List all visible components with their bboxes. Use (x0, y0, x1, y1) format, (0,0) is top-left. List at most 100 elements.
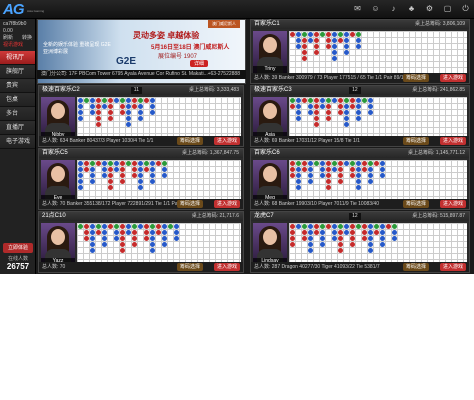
road-bead (307, 109, 313, 115)
power-icon[interactable]: ⏻ (461, 4, 470, 13)
enter-game-button[interactable]: 进入游戏 (213, 137, 240, 145)
road-bead (313, 97, 319, 103)
road-bead (119, 229, 125, 235)
road-bead (289, 166, 295, 172)
road-bead (337, 166, 343, 172)
table-footer: 总人数: 69 Banker 17031/12 Player 15/8 Tie … (251, 136, 469, 146)
road-bead (307, 247, 313, 253)
road-bead (331, 160, 337, 166)
game-table-tile[interactable]: 极速百家乐C3 12 桌上总筹码: 241,862.85 Asia 总人数: 6… (250, 85, 470, 147)
enter-game-button[interactable]: 进入游戏 (439, 74, 466, 82)
road-bead (131, 241, 137, 247)
road-bead (149, 178, 155, 184)
sidebar-item-slots[interactable]: 电子游戏 (0, 135, 35, 149)
round-number: 12 (349, 213, 361, 220)
register-button[interactable]: 立即体验 (3, 243, 33, 253)
settings-icon[interactable]: ⚙ (425, 4, 434, 13)
mail-icon[interactable]: ✉ (353, 4, 362, 13)
road-bead (343, 97, 349, 103)
road-bead (119, 103, 125, 109)
sidebar: ca7f8b9b0 0.00 刷新 转换 视讯游戏 视讯厅 旗舰厅 贵宾 包桌 … (0, 19, 36, 274)
chip-select-button[interactable]: 筹码选择 (402, 74, 429, 82)
road-bead (349, 229, 355, 235)
fullscreen-icon[interactable]: ▢ (443, 4, 452, 13)
road-bead (343, 121, 349, 127)
refresh-button[interactable]: 刷新 (3, 35, 13, 42)
sidebar-item-private[interactable]: 包桌 (0, 93, 35, 107)
enter-game-button[interactable]: 进入游戏 (439, 263, 466, 271)
dealer-photo: Nibby (41, 97, 75, 139)
table-header: 极速百家乐C3 12 桌上总筹码: 241,862.85 (251, 86, 469, 95)
road-bead (391, 223, 397, 229)
sidebar-item-video[interactable]: 视讯厅 (0, 51, 35, 65)
road-bead (89, 178, 95, 184)
road-bead (137, 178, 143, 184)
chip-select-button[interactable]: 筹码选择 (176, 263, 203, 271)
road-bead (331, 229, 337, 235)
table-stats: 总人数: 70 (42, 264, 66, 270)
music-icon[interactable]: ♪ (389, 4, 398, 13)
enter-game-button[interactable]: 进入游戏 (213, 200, 240, 208)
enter-game-button[interactable]: 进入游戏 (439, 137, 466, 145)
table-pot: 桌上总筹码: 3,333,483 (189, 86, 239, 95)
chip-select-button[interactable]: 筹码选择 (402, 263, 429, 271)
road-bead (143, 160, 149, 166)
road-bead (131, 166, 137, 172)
chip-select-button[interactable]: 筹码选择 (176, 137, 203, 145)
road-bead (367, 166, 373, 172)
road-bead (149, 229, 155, 235)
road-bead (137, 103, 143, 109)
road-bead (349, 241, 355, 247)
chip-select-button[interactable]: 筹码选择 (402, 200, 429, 208)
road-bead (295, 223, 301, 229)
pot-value: 21,717.6 (219, 213, 239, 219)
banner-detail-button[interactable]: 详细 (190, 60, 209, 67)
banner-dates: 5月16日至18日 澳门威尼斯人 (151, 45, 230, 51)
enter-game-button[interactable]: 进入游戏 (213, 263, 240, 271)
chip-select-button[interactable]: 筹码选择 (402, 137, 429, 145)
road-bead (307, 97, 313, 103)
road-bead (131, 172, 137, 178)
lobby-link[interactable]: 视讯游戏 (3, 42, 32, 49)
enter-game-button[interactable]: 进入游戏 (439, 200, 466, 208)
road-bead (95, 229, 101, 235)
sidebar-item-live[interactable]: 直播厅 (0, 121, 35, 135)
road-bead (373, 160, 379, 166)
road-bead (367, 109, 373, 115)
road-bead (319, 172, 325, 178)
user-icon[interactable]: ☺ (371, 4, 380, 13)
road-bead (289, 172, 295, 178)
game-icon[interactable]: ♣ (407, 4, 416, 13)
sidebar-item-flagship[interactable]: 旗舰厅 (0, 65, 35, 79)
road-bead (149, 109, 155, 115)
road-bead (101, 97, 107, 103)
dealer-photo: Lindsay (253, 223, 287, 265)
road-bead (367, 97, 373, 103)
road-bead (361, 223, 367, 229)
road-bead (125, 229, 131, 235)
sidebar-item-multi[interactable]: 多台 (0, 107, 35, 121)
game-table-tile[interactable]: 21点C10 桌上总筹码: 21,717.6 Yazz 总人数: 70 筹码选择… (38, 211, 244, 273)
road-bead (289, 235, 295, 241)
road-bead (313, 37, 319, 43)
road-bead (295, 166, 301, 172)
chip-select-button[interactable]: 筹码选择 (176, 200, 203, 208)
road-bead (361, 166, 367, 172)
game-table-tile[interactable]: 百家乐C1 桌上总筹码: 3,806,109 Triny 总人数: 39 Ban… (250, 19, 470, 84)
sidebar-item-vip[interactable]: 贵宾 (0, 79, 35, 93)
road-bead (355, 172, 361, 178)
road-bead (355, 178, 361, 184)
game-table-tile[interactable]: 极速百家乐C2 11 桌上总筹码: 3,333,483 Nibby 总人数: 6… (38, 85, 244, 147)
road-bead (385, 223, 391, 229)
road-bead (107, 160, 113, 166)
app-window: AG Asia Gaming ✉ ☺ ♪ ♣ ⚙ ▢ ⏻ ca7f8b9b0 0… (0, 0, 474, 274)
game-table-tile[interactable]: 龙虎C7 12 桌上总筹码: 515,897.87 Lindsay 总人数: 2… (250, 211, 470, 273)
road-bead (367, 223, 373, 229)
game-table-tile[interactable]: 百家乐C6 桌上总筹码: 1,145,771.12 Meg 总人数: 68 Ba… (250, 148, 470, 210)
road-bead (125, 223, 131, 229)
game-table-tile[interactable]: 百家乐C5 桌上总筹码: 1,367,847.75 Eve 总人数: 70 Ba… (38, 148, 244, 210)
road-bead (313, 160, 319, 166)
transfer-button[interactable]: 转换 (22, 35, 32, 42)
user-info: ca7f8b9b0 0.00 刷新 转换 视讯游戏 (0, 19, 35, 51)
road-bead (101, 160, 107, 166)
